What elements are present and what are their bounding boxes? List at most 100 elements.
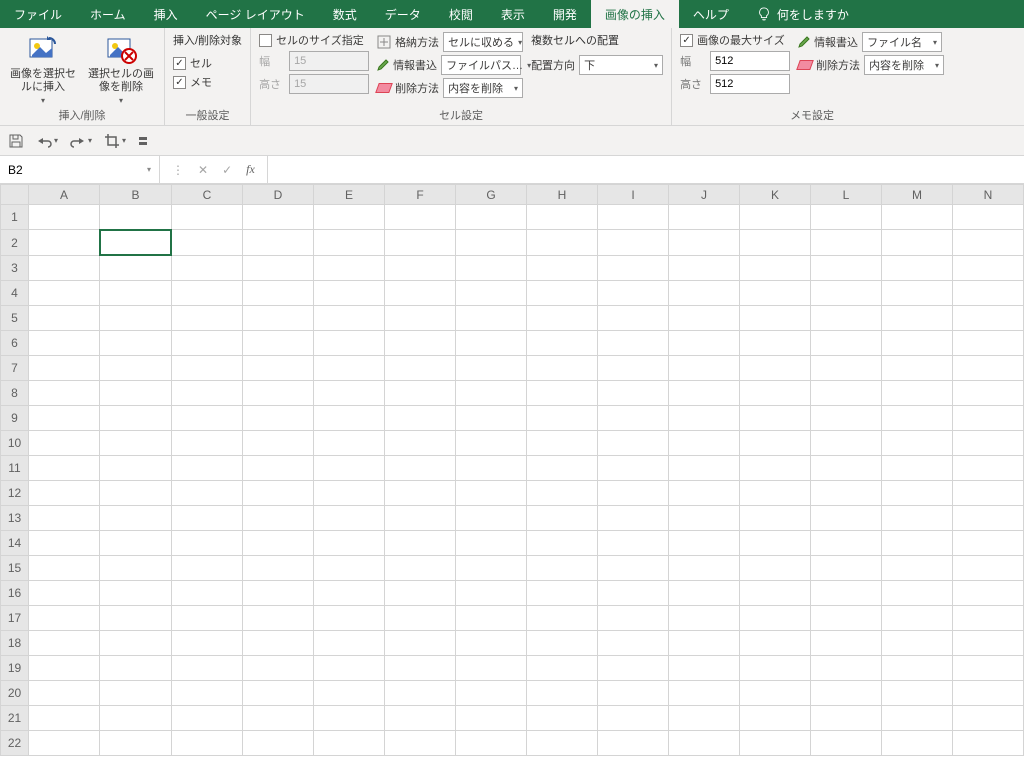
cell[interactable] <box>243 205 314 230</box>
cell[interactable] <box>456 230 527 256</box>
cell[interactable] <box>669 205 740 230</box>
cell[interactable] <box>598 356 669 381</box>
formula-menu-icon[interactable]: ⋮ <box>172 163 184 177</box>
ribbon-tab[interactable]: 表示 <box>487 0 539 28</box>
cell[interactable] <box>811 731 882 756</box>
cell[interactable] <box>172 281 243 306</box>
checkbox-max-size[interactable]: 画像の最大サイズ <box>680 32 790 48</box>
cell[interactable] <box>882 381 953 406</box>
cell[interactable] <box>882 706 953 731</box>
cell[interactable] <box>740 556 811 581</box>
crop-button[interactable]: ▾ <box>104 133 126 149</box>
cell[interactable] <box>740 456 811 481</box>
cell[interactable] <box>527 481 598 506</box>
cell[interactable] <box>527 256 598 281</box>
cell[interactable] <box>669 381 740 406</box>
ribbon-tab[interactable]: データ <box>371 0 435 28</box>
cell[interactable] <box>527 331 598 356</box>
cell[interactable] <box>669 406 740 431</box>
cell[interactable] <box>882 256 953 281</box>
cell[interactable] <box>29 631 100 656</box>
cell[interactable] <box>100 656 172 681</box>
cell[interactable] <box>953 356 1024 381</box>
cell[interactable] <box>740 306 811 331</box>
cell[interactable] <box>669 556 740 581</box>
cell[interactable] <box>385 731 456 756</box>
cell[interactable] <box>740 281 811 306</box>
cell[interactable] <box>527 381 598 406</box>
cell[interactable] <box>953 281 1024 306</box>
cell[interactable] <box>172 481 243 506</box>
cell[interactable] <box>100 456 172 481</box>
cell[interactable] <box>882 556 953 581</box>
cell[interactable] <box>29 531 100 556</box>
cell[interactable] <box>314 581 385 606</box>
cell[interactable] <box>385 681 456 706</box>
cell[interactable] <box>740 731 811 756</box>
row-header[interactable]: 8 <box>1 381 29 406</box>
cell[interactable] <box>740 205 811 230</box>
cell[interactable] <box>882 331 953 356</box>
cell[interactable] <box>953 331 1024 356</box>
column-header[interactable]: K <box>740 185 811 205</box>
cell[interactable] <box>29 205 100 230</box>
cell[interactable] <box>243 506 314 531</box>
cell[interactable] <box>882 306 953 331</box>
cell[interactable] <box>243 356 314 381</box>
cell[interactable] <box>953 205 1024 230</box>
cell[interactable] <box>811 356 882 381</box>
fx-icon[interactable]: fx <box>246 162 255 177</box>
cell[interactable] <box>314 331 385 356</box>
cell[interactable] <box>811 556 882 581</box>
select-all-corner[interactable] <box>1 185 29 205</box>
cell[interactable] <box>385 456 456 481</box>
cell[interactable] <box>29 506 100 531</box>
cell[interactable] <box>456 581 527 606</box>
cell[interactable] <box>100 281 172 306</box>
cell[interactable] <box>598 331 669 356</box>
cell[interactable] <box>243 381 314 406</box>
cell[interactable] <box>314 205 385 230</box>
cell[interactable] <box>811 606 882 631</box>
cell[interactable] <box>172 230 243 256</box>
cell[interactable] <box>811 631 882 656</box>
cell[interactable] <box>669 581 740 606</box>
cell[interactable] <box>669 531 740 556</box>
column-header[interactable]: M <box>882 185 953 205</box>
cell[interactable] <box>385 531 456 556</box>
row-header[interactable]: 1 <box>1 205 29 230</box>
cell[interactable] <box>953 406 1024 431</box>
row-header[interactable]: 18 <box>1 631 29 656</box>
cell[interactable] <box>243 706 314 731</box>
column-header[interactable]: H <box>527 185 598 205</box>
cell[interactable] <box>385 706 456 731</box>
cell[interactable] <box>172 731 243 756</box>
cell[interactable] <box>598 631 669 656</box>
cell[interactable] <box>243 431 314 456</box>
cell[interactable] <box>953 506 1024 531</box>
cell[interactable] <box>882 606 953 631</box>
checkbox-size-spec[interactable]: セルのサイズ指定 <box>259 32 369 48</box>
cell[interactable] <box>243 256 314 281</box>
cell[interactable] <box>314 481 385 506</box>
cell[interactable] <box>882 656 953 681</box>
cell[interactable] <box>527 706 598 731</box>
cell[interactable] <box>953 256 1024 281</box>
direction-select[interactable]: 下▾ <box>579 55 663 75</box>
cell[interactable] <box>314 531 385 556</box>
cell[interactable] <box>456 406 527 431</box>
cell[interactable] <box>882 481 953 506</box>
cell[interactable] <box>669 281 740 306</box>
cell[interactable] <box>740 356 811 381</box>
cell[interactable] <box>669 230 740 256</box>
cell[interactable] <box>598 205 669 230</box>
cell[interactable] <box>29 230 100 256</box>
cell[interactable] <box>243 581 314 606</box>
cell[interactable] <box>100 556 172 581</box>
cell[interactable] <box>29 331 100 356</box>
cell-del-select[interactable]: 内容を削除▾ <box>443 78 523 98</box>
cell[interactable] <box>882 531 953 556</box>
cell[interactable] <box>456 656 527 681</box>
cell[interactable] <box>740 256 811 281</box>
cell[interactable] <box>740 681 811 706</box>
